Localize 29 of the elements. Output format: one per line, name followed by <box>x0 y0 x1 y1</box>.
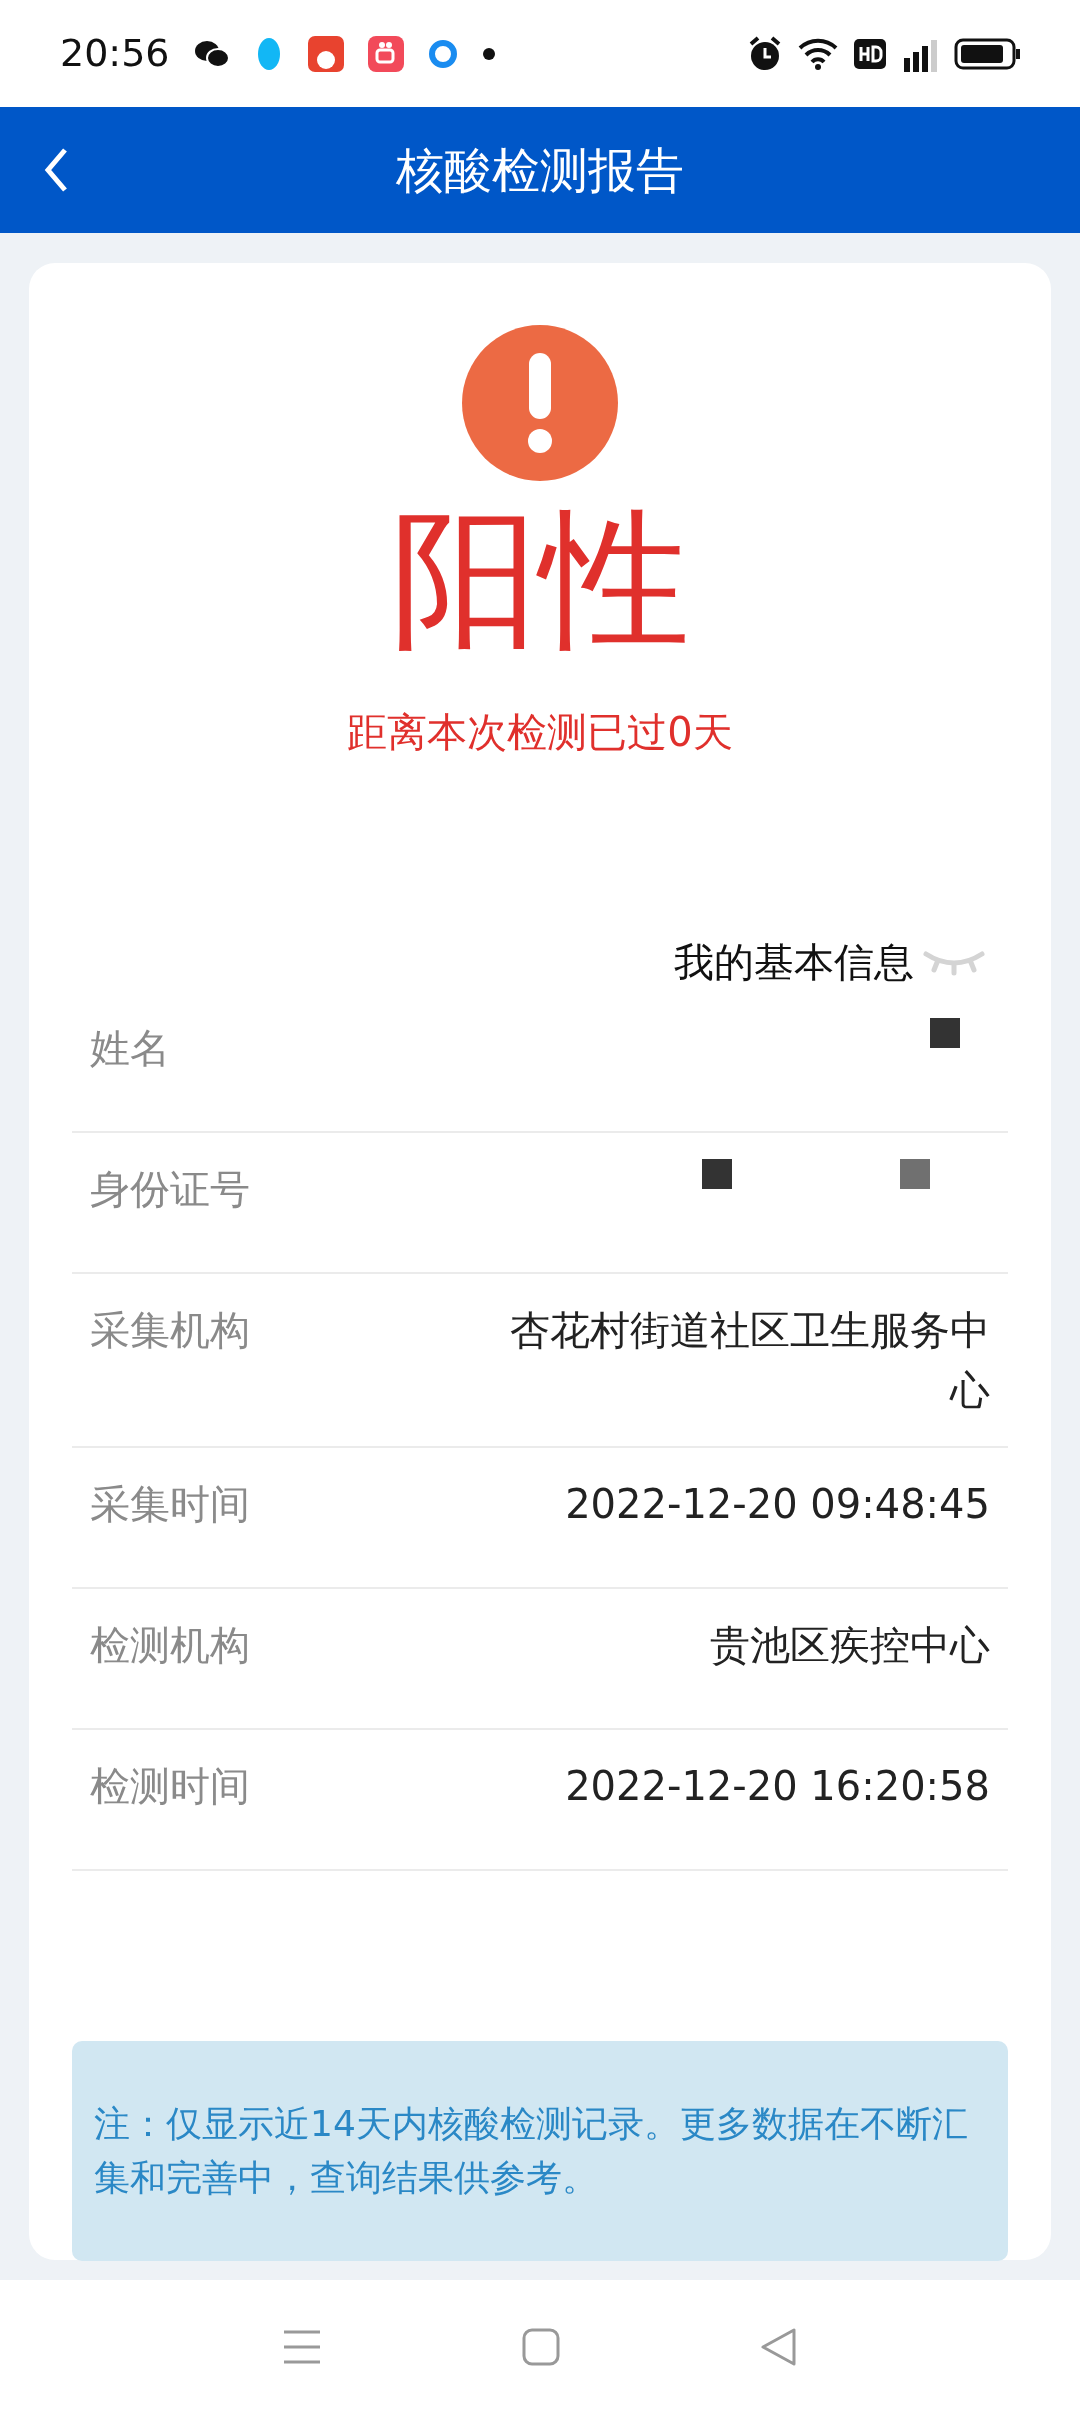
hd-icon <box>854 38 886 69</box>
battery-icon <box>954 37 1020 70</box>
field-value: 杏花村街道社区卫生服务中心 <box>509 1306 990 1415</box>
dot-icon <box>481 46 496 61</box>
field-label: 身份证号 <box>90 1165 250 1214</box>
alarm-clock-icon <box>748 35 782 72</box>
ring-icon <box>427 38 458 69</box>
field-value: 2022-12-20 16:20:58 <box>565 1762 990 1811</box>
field-value: 2022-12-20 09:48:45 <box>565 1480 990 1529</box>
home-square-icon[interactable] <box>522 2327 560 2366</box>
wifi-icon <box>798 37 838 70</box>
result-text: 阳性 <box>390 497 690 662</box>
info-title: 我的基本信息 <box>674 938 914 987</box>
chat-bubbles-icon <box>193 38 230 69</box>
video-app-icon <box>367 35 404 72</box>
field-label: 采集时间 <box>90 1480 250 1529</box>
field-value: 贵池区疾控中心 <box>710 1621 990 1670</box>
field-label: 采集机构 <box>90 1306 250 1355</box>
field-label: 姓名 <box>90 1024 170 1073</box>
page-title: 核酸检测报告 <box>396 141 684 200</box>
field-label: 检测机构 <box>90 1621 250 1670</box>
notice-text: 注：仅显示近14天内核酸检测记录。更多数据在不断汇集和完善中，查询结果供参考。 <box>94 2103 968 2198</box>
status-time: 20:56 <box>60 30 170 77</box>
field-label: 检测时间 <box>90 1762 250 1811</box>
back-triangle-icon[interactable] <box>760 2326 798 2367</box>
exclamation-icon <box>462 325 618 481</box>
app-icon <box>307 35 344 72</box>
closed-eye-icon[interactable] <box>922 948 986 976</box>
days-since-test: 距离本次检测已过0天 <box>347 708 733 757</box>
